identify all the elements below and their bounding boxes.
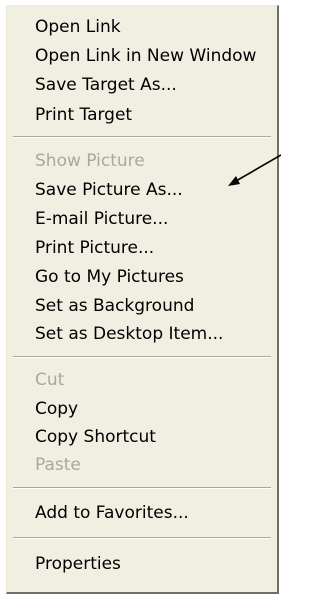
menu-item-print-picture[interactable]: Print Picture... xyxy=(35,233,154,263)
menu-item-cut: Cut xyxy=(35,370,65,390)
menu-item-set-as-desktop-item[interactable]: Set as Desktop Item... xyxy=(35,319,223,349)
menu-item-set-as-background[interactable]: Set as Background xyxy=(35,291,194,321)
menu-separator xyxy=(13,537,271,539)
menu-item-add-to-favorites[interactable]: Add to Favorites... xyxy=(35,498,189,528)
menu-item-save-target-as[interactable]: Save Target As... xyxy=(35,70,177,100)
menu-separator xyxy=(13,136,271,138)
menu-item-save-picture-as[interactable]: Save Picture As... xyxy=(35,175,183,205)
menu-item-copy[interactable]: Copy xyxy=(35,394,78,424)
menu-item-open-link[interactable]: Open Link xyxy=(35,12,121,42)
menu-item-email-picture[interactable]: E-mail Picture... xyxy=(35,204,168,234)
context-menu: Open Link Open Link in New Window Save T… xyxy=(6,5,279,594)
menu-item-show-picture: Show Picture xyxy=(35,151,145,171)
menu-separator xyxy=(13,356,271,358)
menu-item-copy-shortcut[interactable]: Copy Shortcut xyxy=(35,422,156,452)
menu-item-open-link-new-window[interactable]: Open Link in New Window xyxy=(35,41,256,71)
menu-item-print-target[interactable]: Print Target xyxy=(35,100,132,130)
menu-item-properties[interactable]: Properties xyxy=(35,549,121,579)
menu-item-go-to-my-pictures[interactable]: Go to My Pictures xyxy=(35,262,184,292)
screenshot: Open Link Open Link in New Window Save T… xyxy=(0,0,281,594)
menu-item-paste: Paste xyxy=(35,455,81,475)
menu-separator xyxy=(13,487,271,489)
